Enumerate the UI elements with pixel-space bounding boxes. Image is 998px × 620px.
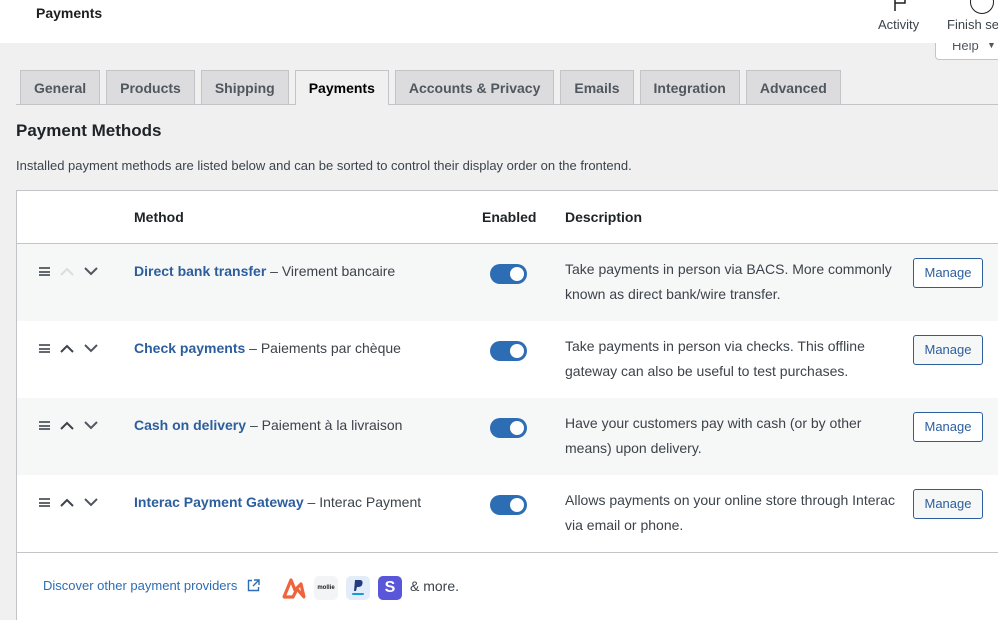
- affirm-logo-icon: [282, 578, 306, 599]
- enabled-toggle[interactable]: [490, 418, 527, 438]
- mollie-logo-icon: mollie: [314, 576, 338, 600]
- method-cell: Direct bank transfer – Virement bancaire: [134, 263, 395, 279]
- toggle-knob: [510, 498, 524, 512]
- tab-emails[interactable]: Emails: [560, 70, 634, 104]
- method-cell: Cash on delivery – Paiement à la livrais…: [134, 417, 402, 433]
- toggle-knob: [510, 344, 524, 358]
- settings-tabs: General Products Shipping Payments Accou…: [20, 70, 847, 105]
- table-row: Interac Payment Gateway – Interac Paymen…: [17, 475, 998, 552]
- section-description: Installed payment methods are listed bel…: [16, 158, 632, 173]
- external-link-icon: [247, 579, 260, 592]
- method-description: Have your customers pay with cash (or by…: [565, 415, 862, 456]
- flag-icon: [894, 0, 906, 11]
- drag-handle-icon[interactable]: [39, 421, 50, 430]
- method-cell: Check payments – Paiements par chèque: [134, 340, 401, 356]
- manage-button[interactable]: Manage: [913, 335, 983, 365]
- chevron-up-icon[interactable]: [59, 419, 75, 431]
- tab-advanced[interactable]: Advanced: [745, 70, 841, 104]
- method-subtitle: – Paiements par chèque: [249, 340, 401, 356]
- column-header-enabled: Enabled: [482, 209, 537, 225]
- method-description: Allows payments on your online store thr…: [565, 492, 895, 533]
- tab-integration[interactable]: Integration: [639, 70, 740, 104]
- column-header-description: Description: [565, 209, 643, 225]
- tab-shipping[interactable]: Shipping: [200, 70, 289, 104]
- finish-setup-label: Finish se: [947, 17, 998, 32]
- progress-circle-icon: [970, 0, 994, 14]
- drag-handle-icon[interactable]: [39, 344, 50, 353]
- chevron-up-icon[interactable]: [59, 265, 75, 277]
- help-button[interactable]: Help ▼: [935, 43, 998, 60]
- chevron-up-icon[interactable]: [59, 496, 75, 508]
- method-name-link[interactable]: Check payments: [134, 340, 245, 356]
- page-title: Payments: [36, 5, 103, 21]
- drag-handle-icon[interactable]: [39, 498, 50, 507]
- toggle-knob: [510, 421, 524, 435]
- stripe-logo-icon: S: [378, 576, 402, 600]
- chevron-up-icon[interactable]: [59, 342, 75, 354]
- method-name-link[interactable]: Cash on delivery: [134, 417, 246, 433]
- method-subtitle: – Virement bancaire: [270, 263, 396, 279]
- toggle-knob: [510, 267, 524, 281]
- column-header-method: Method: [134, 209, 184, 225]
- top-bar: Payments Activity Finish se: [0, 0, 998, 43]
- chevron-down-icon[interactable]: [83, 496, 99, 508]
- caret-down-icon: ▼: [987, 43, 996, 50]
- enabled-toggle[interactable]: [490, 341, 527, 361]
- table-footer: Discover other payment providers mollie …: [17, 552, 998, 620]
- discover-label: Discover other payment providers: [43, 578, 238, 593]
- enabled-toggle[interactable]: [490, 264, 527, 284]
- method-cell: Interac Payment Gateway – Interac Paymen…: [134, 494, 421, 510]
- manage-button[interactable]: Manage: [913, 258, 983, 288]
- tab-products[interactable]: Products: [106, 70, 195, 104]
- table-row: Check payments – Paiements par chèque Ta…: [17, 321, 998, 398]
- manage-button[interactable]: Manage: [913, 489, 983, 519]
- method-name-link[interactable]: Interac Payment Gateway: [134, 494, 304, 510]
- more-providers-text: & more.: [410, 578, 460, 594]
- section-title: Payment Methods: [16, 121, 162, 140]
- tab-general[interactable]: General: [20, 70, 101, 104]
- payment-methods-table: Method Enabled Description Direct bank t…: [16, 190, 998, 620]
- sort-controls: [39, 263, 109, 283]
- enabled-toggle[interactable]: [490, 495, 527, 515]
- manage-button[interactable]: Manage: [913, 412, 983, 442]
- table-row: Cash on delivery – Paiement à la livrais…: [17, 398, 998, 475]
- table-row: Direct bank transfer – Virement bancaire…: [17, 244, 998, 321]
- discover-providers-link[interactable]: Discover other payment providers: [43, 578, 260, 593]
- tab-payments[interactable]: Payments: [294, 70, 389, 105]
- method-name-link[interactable]: Direct bank transfer: [134, 263, 266, 279]
- drag-handle-icon[interactable]: [39, 267, 50, 276]
- method-subtitle: – Paiement à la livraison: [249, 417, 403, 433]
- help-label: Help: [952, 43, 979, 53]
- chevron-down-icon[interactable]: [83, 265, 99, 277]
- chevron-down-icon[interactable]: [83, 419, 99, 431]
- sort-controls: [39, 494, 109, 514]
- chevron-down-icon[interactable]: [83, 342, 99, 354]
- activity-label: Activity: [878, 17, 920, 32]
- method-description: Take payments in person via checks. This…: [565, 338, 865, 379]
- method-subtitle: – Interac Payment: [307, 494, 422, 510]
- tab-accounts-privacy[interactable]: Accounts & Privacy: [394, 70, 555, 104]
- sort-controls: [39, 340, 109, 360]
- method-description: Take payments in person via BACS. More c…: [565, 261, 892, 302]
- table-header: Method Enabled Description: [17, 191, 998, 244]
- sort-controls: [39, 417, 109, 437]
- paypal-logo-icon: [346, 576, 370, 600]
